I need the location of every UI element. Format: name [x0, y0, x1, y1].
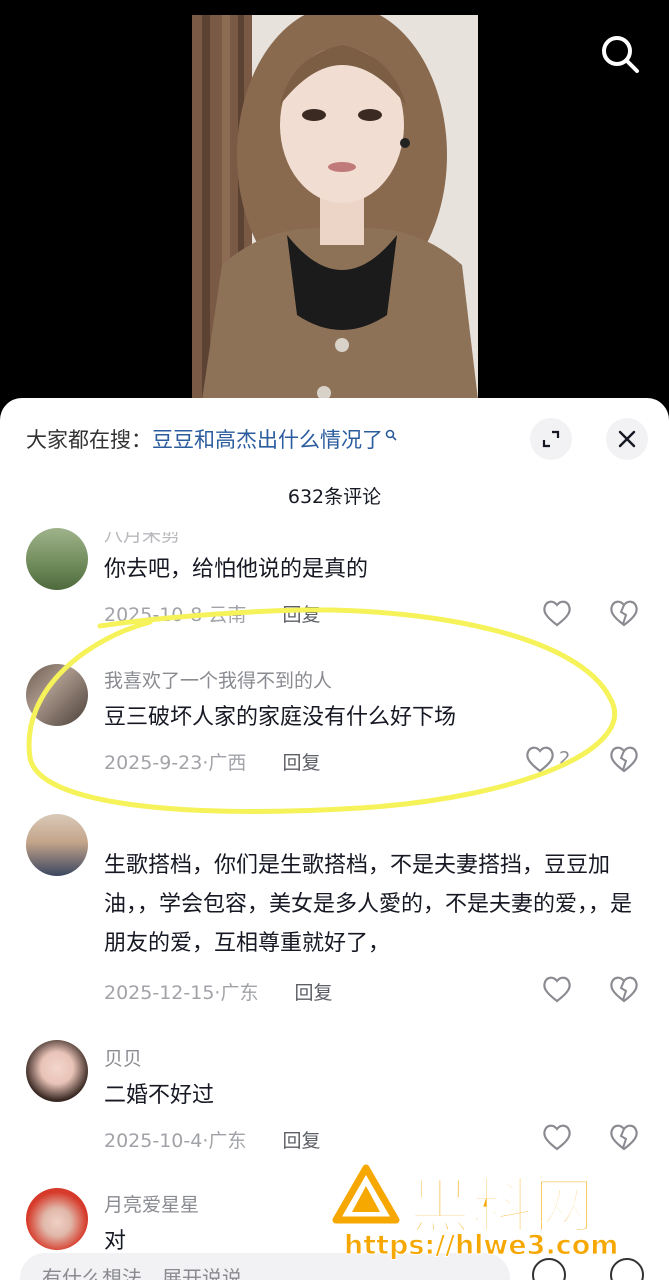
comment-item[interactable]: 月亮爱星星 对 [0, 1184, 669, 1254]
reply-button[interactable]: 回复 [282, 604, 320, 626]
comment-date: 2025-12-15 [104, 982, 215, 1004]
comment-text: 对 [104, 1229, 127, 1254]
comment-username[interactable]: 我喜欢了一个我得不到的人 [104, 666, 332, 693]
avatar[interactable] [26, 528, 88, 590]
comment-date: 2025-10-4 [104, 1130, 203, 1152]
close-button[interactable] [606, 418, 648, 460]
reply-button[interactable]: 回复 [282, 1130, 320, 1152]
comment-meta: 2025-10-4·广东 回复 [104, 1130, 321, 1152]
avatar[interactable] [26, 1188, 88, 1250]
broken-heart-icon[interactable] [608, 974, 640, 1004]
emoji-icon[interactable] [532, 1258, 566, 1280]
search-icon [385, 429, 397, 441]
comment-sheet: 大家都在搜：豆豆和高杰出什么情况了 632条评论 八月未剪 你去吧，给怕他说的是… [0, 398, 669, 1280]
heart-icon[interactable] [541, 1122, 573, 1152]
comment-item[interactable]: 我喜欢了一个我得不到的人 豆三破坏人家的家庭没有什么好下场 2025-9-23·… [0, 658, 669, 778]
broken-heart-icon[interactable] [608, 744, 640, 774]
expand-button[interactable] [530, 418, 572, 460]
comment-username[interactable]: 贝贝 [104, 1044, 142, 1071]
expand-icon [542, 430, 560, 448]
comment-location: 广西 [208, 752, 247, 774]
hot-search-bar[interactable]: 大家都在搜：豆豆和高杰出什么情况了 [26, 424, 397, 454]
reply-button[interactable]: 回复 [282, 752, 320, 774]
search-icon [602, 36, 639, 73]
close-icon [618, 430, 636, 448]
comment-text: 豆三破坏人家的家庭没有什么好下场 [104, 705, 457, 730]
reply-button[interactable]: 回复 [295, 982, 333, 1004]
comment-date: 2025-9-23 [104, 752, 203, 774]
comment-input[interactable]: 有什么想法，展开说说 [20, 1253, 510, 1280]
like-count: 2 [559, 748, 571, 769]
comment-date: 2025-10-8 [104, 604, 203, 626]
heart-icon[interactable] [541, 974, 573, 1004]
search-button[interactable] [596, 30, 644, 78]
hot-search-query-link[interactable]: 豆豆和高杰出什么情况了 [152, 428, 383, 452]
avatar[interactable] [26, 664, 88, 726]
video-player[interactable] [0, 0, 669, 400]
comment-location: 广东 [208, 1130, 247, 1152]
video-still-image [192, 15, 478, 400]
avatar[interactable] [26, 814, 88, 876]
broken-heart-icon[interactable] [608, 598, 640, 628]
comment-location: 广东 [220, 982, 259, 1004]
comment-text: 你去吧，给怕他说的是真的 [104, 557, 369, 582]
hot-search-prefix: 大家都在搜： [26, 428, 152, 452]
comment-username[interactable]: 月亮爱星星 [104, 1190, 199, 1217]
comment-username[interactable]: 八月未剪 [104, 532, 180, 547]
video-frame[interactable] [192, 15, 478, 400]
heart-icon[interactable] [524, 744, 556, 774]
comment-meta: 2025-12-15·广东 回复 [104, 982, 333, 1004]
comment-item[interactable]: 生歌搭档，你们是生歌搭档，不是夫妻搭挡，豆豆加油，，学会包容，美女是多人愛的，不… [0, 808, 669, 1018]
comment-location: 云南 [208, 604, 247, 626]
comment-item[interactable]: 贝贝 二婚不好过 2025-10-4·广东 回复 [0, 1038, 669, 1158]
comment-text: 二婚不好过 [104, 1083, 215, 1108]
comment-text: 生歌搭档，你们是生歌搭档，不是夫妻搭挡，豆豆加油，，学会包容，美女是多人愛的，不… [104, 853, 633, 956]
heart-icon[interactable] [541, 598, 573, 628]
comment-meta: 2025-9-23·广西 回复 [104, 752, 321, 774]
avatar[interactable] [26, 1040, 88, 1102]
comment-item[interactable]: 八月未剪 你去吧，给怕他说的是真的 2025-10-8·云南 回复 [0, 516, 669, 636]
broken-heart-icon[interactable] [608, 1122, 640, 1152]
comment-meta: 2025-10-8·云南 回复 [104, 604, 321, 626]
comment-count: 632条评论 [287, 486, 382, 508]
at-icon[interactable] [610, 1258, 644, 1280]
